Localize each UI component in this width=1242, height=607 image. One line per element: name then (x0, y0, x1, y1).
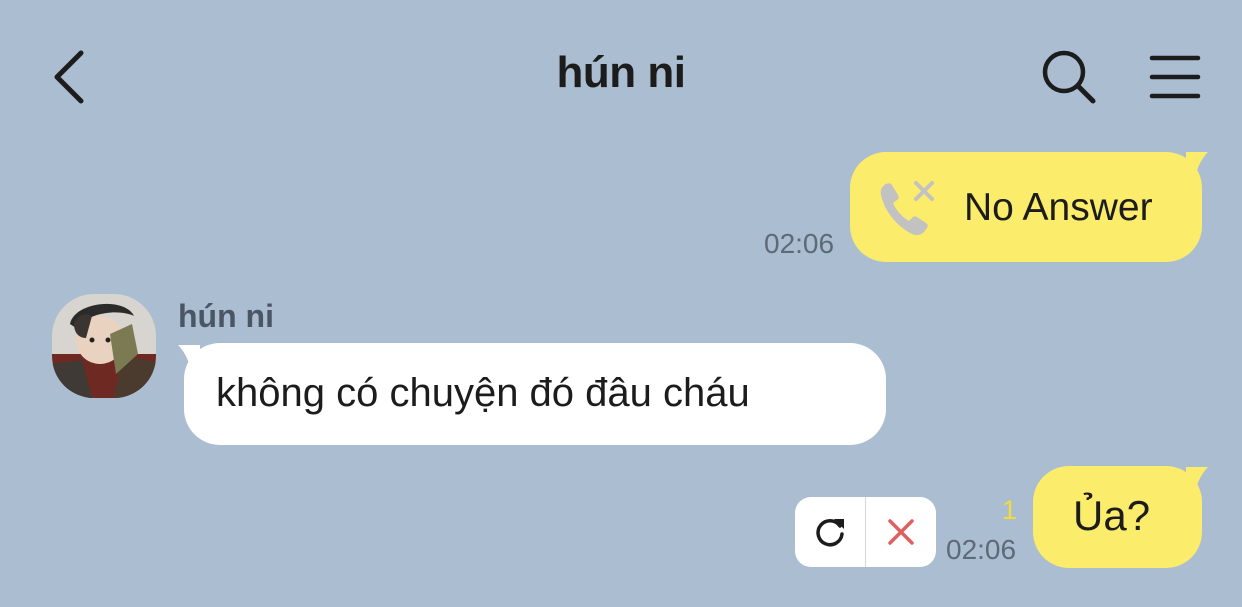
retry-button[interactable] (795, 497, 865, 567)
call-message-bubble[interactable]: No Answer (850, 152, 1202, 262)
avatar[interactable] (52, 294, 156, 398)
message-text: Ủa? (1073, 492, 1151, 539)
message-time: 02:06 (764, 228, 835, 259)
call-status-label: No Answer (964, 186, 1153, 229)
unread-count: 1 (1002, 495, 1018, 525)
message-time: 02:06 (946, 534, 1017, 565)
bubble-tail (1186, 152, 1208, 174)
delete-button[interactable] (866, 497, 936, 567)
bubble-tail (1186, 467, 1208, 489)
menu-button[interactable] (1142, 44, 1208, 110)
message-text: không có chuyện đó đâu cháu (216, 371, 750, 415)
failed-message-actions (795, 497, 936, 567)
incoming-message-bubble[interactable]: không có chuyện đó đâu cháu (184, 343, 886, 445)
menu-icon (1149, 55, 1201, 99)
retry-icon (816, 518, 844, 547)
search-button[interactable] (1036, 44, 1102, 110)
sender-name: hún ni (178, 298, 274, 334)
missed-call-icon (876, 176, 940, 240)
delete-icon (888, 519, 914, 545)
search-icon (1042, 50, 1096, 104)
outgoing-message-bubble[interactable]: Ủa? (1033, 466, 1202, 568)
